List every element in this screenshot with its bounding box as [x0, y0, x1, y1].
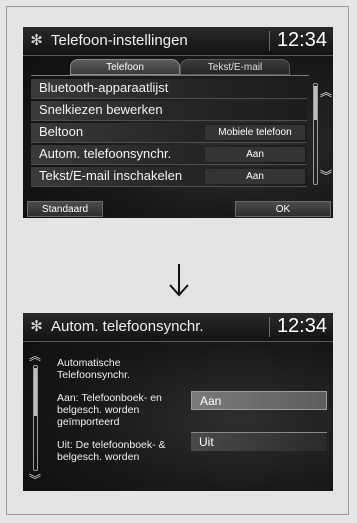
double-chevron-up-icon[interactable]: ︽: [320, 83, 332, 100]
double-chevron-up-icon[interactable]: ︽: [29, 347, 41, 364]
menu-item-bluetooth-list[interactable]: Bluetooth-apparaatlijst: [31, 79, 307, 99]
double-chevron-down-icon[interactable]: ︾: [29, 471, 41, 488]
description-on: Aan: Telefoonboek- en belgesch. worden g…: [57, 392, 162, 428]
option-off[interactable]: Uit: [191, 432, 327, 451]
scrollbar-thumb[interactable]: [34, 368, 37, 416]
clock: 12:34: [276, 315, 327, 337]
description-text: Automatische Telefoonsynchr. Aan: Telefo…: [57, 357, 179, 474]
tab-tekst-email[interactable]: Tekst/E-mail: [180, 59, 290, 75]
scrollbar[interactable]: [33, 365, 38, 471]
description-heading: Automatische Telefoonsynchr.: [57, 357, 130, 381]
menu-item-label: Autom. telefoonsynchr.: [39, 146, 172, 161]
title-bar: ✻ Autom. telefoonsynchr. 12:34: [23, 313, 333, 342]
scrollbar-thumb[interactable]: [314, 86, 317, 120]
description-off: Uit: De telefoonboek- & belgesch. worden: [57, 439, 166, 463]
menu-item-ringtone[interactable]: Beltoon Mobiele telefoon: [31, 123, 307, 143]
scrollbar[interactable]: [313, 83, 318, 185]
title-bar: ✻ Telefoon-instellingen 12:34: [23, 27, 333, 56]
phone-settings-screen: ✻ Telefoon-instellingen 12:34 Telefoon T…: [23, 27, 333, 218]
option-on[interactable]: Aan: [191, 391, 327, 410]
menu-item-label: Beltoon: [39, 124, 84, 139]
menu-item-value: Aan: [205, 169, 305, 184]
tab-telefoon[interactable]: Telefoon: [70, 59, 180, 75]
gear-icon: ✻: [30, 318, 43, 335]
double-chevron-down-icon[interactable]: ︾: [320, 167, 332, 184]
menu-item-label: Tekst/E-mail inschakelen: [39, 168, 183, 183]
auto-sync-screen: ✻ Autom. telefoonsynchr. 12:34 ︽ ︾ Autom…: [23, 313, 333, 491]
clock-divider: [269, 317, 270, 337]
tab-divider: [31, 75, 309, 76]
menu-item-auto-phone-sync[interactable]: Autom. telefoonsynchr. Aan: [31, 145, 307, 165]
gear-icon: ✻: [30, 32, 43, 49]
screen-title: Autom. telefoonsynchr.: [51, 318, 204, 335]
default-button[interactable]: Standaard: [27, 201, 103, 217]
screen-title: Telefoon-instellingen: [51, 32, 188, 49]
settings-menu: Bluetooth-apparaatlijst Snelkiezen bewer…: [31, 79, 307, 189]
clock: 12:34: [276, 29, 327, 51]
menu-item-label: Bluetooth-apparaatlijst: [39, 80, 169, 95]
down-arrow-icon: [169, 264, 189, 297]
tab-bar: Telefoon Tekst/E-mail: [23, 59, 333, 75]
menu-item-value: Aan: [205, 147, 305, 162]
menu-item-speed-dial[interactable]: Snelkiezen bewerken: [31, 101, 307, 121]
bottom-bar: Standaard OK: [23, 200, 333, 218]
clock-divider: [269, 31, 270, 51]
menu-item-label: Snelkiezen bewerken: [39, 102, 163, 117]
menu-item-value: Mobiele telefoon: [205, 125, 305, 140]
menu-item-text-email-enable[interactable]: Tekst/E-mail inschakelen Aan: [31, 167, 307, 187]
ok-button[interactable]: OK: [235, 201, 331, 217]
